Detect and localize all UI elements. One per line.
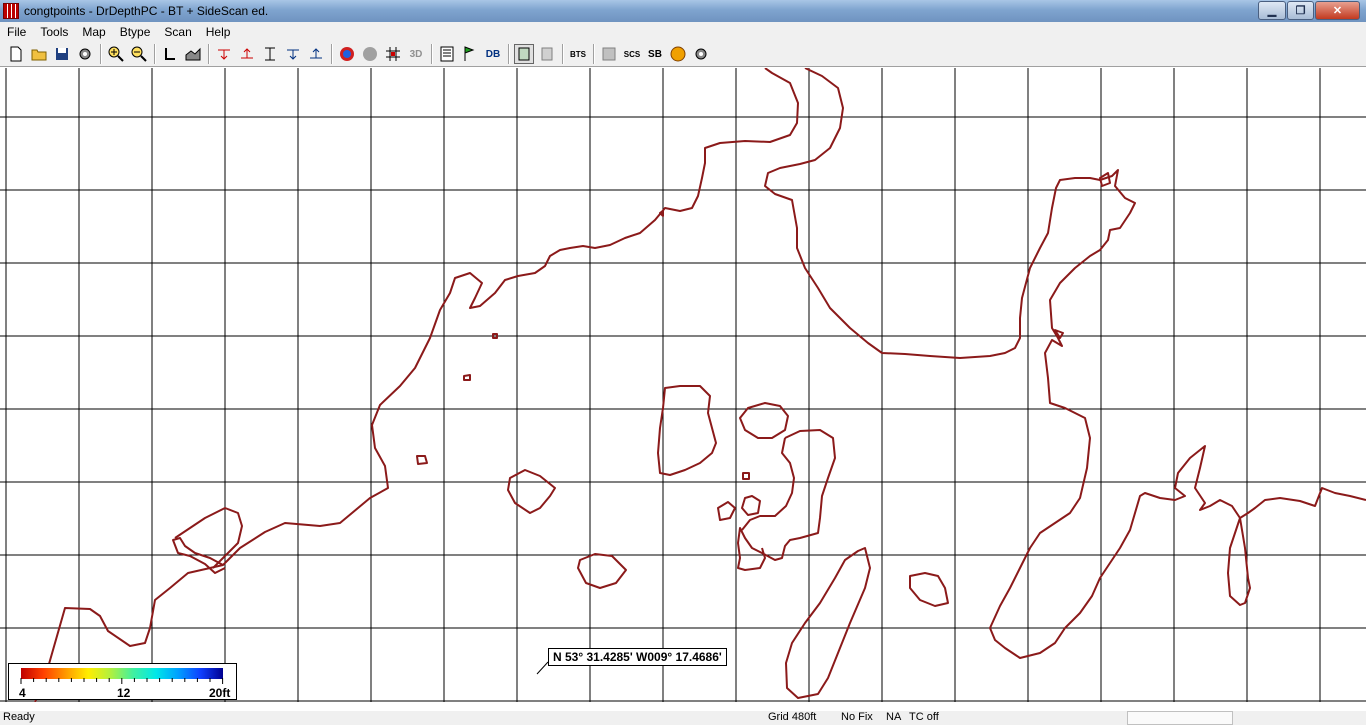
status-grid: Grid 480ft (768, 711, 817, 723)
toolbar-separator (331, 44, 333, 64)
islet-4 (742, 472, 750, 480)
island-4 (507, 469, 556, 514)
depth-legend: 4 12 20ft (8, 663, 237, 700)
app-icon (3, 3, 19, 19)
menu-help[interactable]: Help (199, 25, 238, 39)
toolbar-separator (154, 44, 156, 64)
island-6 (717, 501, 736, 521)
legend-mid-label: 12 (117, 686, 131, 700)
three-d-button[interactable]: 3D (406, 44, 426, 64)
grid-points-icon[interactable] (383, 44, 403, 64)
menu-scan[interactable]: Scan (157, 25, 198, 39)
menu-tools[interactable]: Tools (33, 25, 75, 39)
toolbar-separator (208, 44, 210, 64)
islet-5 (659, 210, 664, 217)
island-7 (741, 495, 761, 516)
window-title: congtpoints - DrDepthPC - BT + SideScan … (24, 4, 269, 18)
islet-1 (416, 455, 428, 465)
record-icon[interactable] (668, 44, 688, 64)
title-bar: congtpoints - DrDepthPC - BT + SideScan … (0, 0, 1366, 22)
window-controls: ▁ ❐ ✕ (1257, 1, 1360, 20)
status-tc: TC off (909, 711, 939, 723)
shoreline (34, 68, 1366, 702)
new-file-button[interactable] (6, 44, 26, 64)
legend-min-label: 4 (19, 686, 26, 700)
toolbar: 3D DB BTS SCS SB (0, 42, 1366, 67)
shoreline-southwest-tongue (174, 507, 243, 569)
menu-file[interactable]: File (0, 25, 33, 39)
toolbar-separator (100, 44, 102, 64)
list-icon[interactable] (437, 44, 457, 64)
toolbar-separator (431, 44, 433, 64)
toolbar-separator (562, 44, 564, 64)
map-view[interactable]: N 53° 31.4285' W009° 17.4686' 4 12 20ft (0, 68, 1366, 702)
status-progress-panel (1127, 711, 1233, 725)
scs-button[interactable]: SCS (622, 44, 642, 64)
toolbar-separator (508, 44, 510, 64)
options-icon[interactable] (691, 44, 711, 64)
maximize-button[interactable]: ❐ (1287, 1, 1314, 20)
profile-graph-icon[interactable] (183, 44, 203, 64)
depth-range-icon[interactable] (260, 44, 280, 64)
menu-map[interactable]: Map (75, 25, 112, 39)
coordinate-readout: N 53° 31.4285' W009° 17.4686' (548, 648, 727, 666)
open-folder-button[interactable] (29, 44, 49, 64)
island-3 (737, 429, 836, 571)
island-2 (739, 402, 789, 439)
island-1 (657, 385, 717, 476)
sidescan-mode-icon[interactable] (599, 44, 619, 64)
depth-up-icon[interactable] (237, 44, 257, 64)
toolbar-separator (593, 44, 595, 64)
waypoint-icon[interactable] (460, 44, 480, 64)
island-long (785, 547, 871, 699)
zoom-out-icon[interactable] (129, 44, 149, 64)
color-map-icon[interactable] (337, 44, 357, 64)
map-canvas[interactable] (0, 68, 1366, 702)
bts-button[interactable]: BTS (568, 44, 588, 64)
status-fix: No Fix (841, 711, 873, 723)
save-button[interactable] (52, 44, 72, 64)
menu-bar: File Tools Map Btype Scan Help (0, 22, 1366, 42)
status-na: NA (886, 711, 902, 723)
depth-raise-icon[interactable] (306, 44, 326, 64)
status-bar: Ready Grid 480ft No Fix NA TC off (0, 711, 1366, 725)
depth-lower-icon[interactable] (283, 44, 303, 64)
island-8 (909, 572, 949, 607)
island-3-inlet (741, 437, 795, 531)
islet-3 (463, 374, 471, 381)
database-button[interactable]: DB (483, 44, 503, 64)
profile-l-icon[interactable] (160, 44, 180, 64)
zoom-in-icon[interactable] (106, 44, 126, 64)
minimize-button[interactable]: ▁ (1258, 1, 1286, 20)
legend-max-label: 20ft (209, 686, 231, 700)
coordinate-pointer (536, 661, 549, 675)
island-5 (577, 553, 627, 589)
h-mode-icon[interactable] (537, 44, 557, 64)
d-mode-icon[interactable] (514, 44, 534, 64)
depth-down-icon[interactable] (214, 44, 234, 64)
shaded-map-icon[interactable] (360, 44, 380, 64)
status-state: Ready (3, 711, 35, 723)
close-button[interactable]: ✕ (1315, 1, 1360, 20)
settings-button[interactable] (75, 44, 95, 64)
sb-button[interactable]: SB (645, 44, 665, 64)
menu-btype[interactable]: Btype (113, 25, 158, 39)
shoreline-northeast (764, 68, 1366, 659)
